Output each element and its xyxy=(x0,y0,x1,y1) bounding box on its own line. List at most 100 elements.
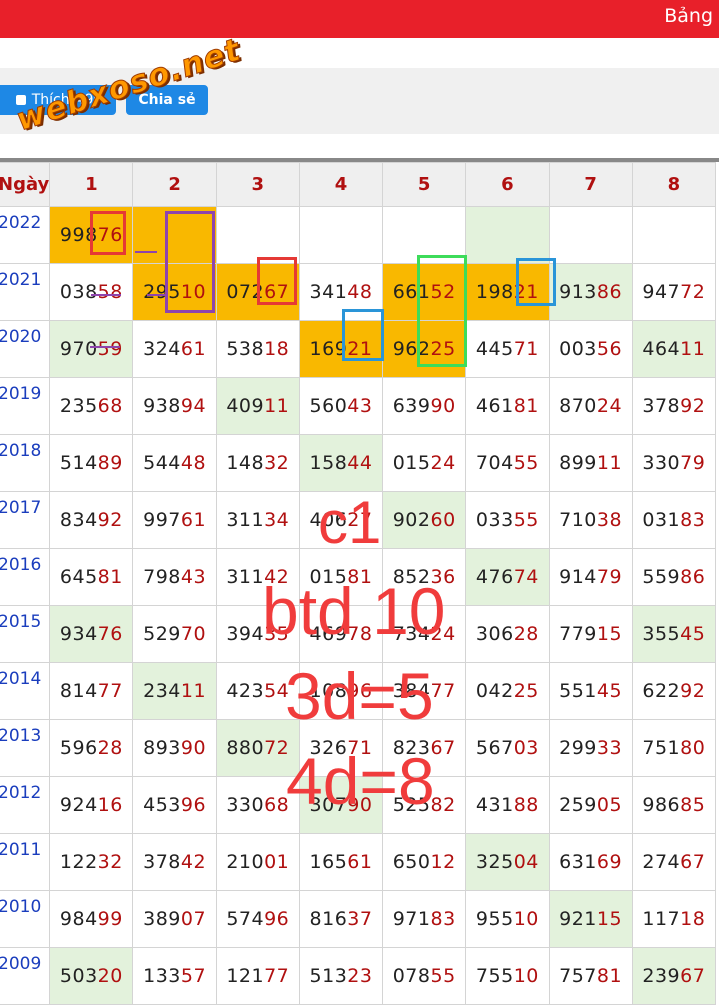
result-cell: 01524 xyxy=(382,434,467,492)
result-cell: 47674 xyxy=(465,548,550,606)
row-date: 2013 xyxy=(0,719,51,777)
result-cell: 98685 xyxy=(631,776,717,834)
column-header[interactable]: 4 xyxy=(298,162,384,207)
result-cell: 92416 xyxy=(49,776,134,834)
result-cell: 27467 xyxy=(631,833,717,891)
table-row: 2019 23568 93894 40911 56043 63990 46181 87024 3… xyxy=(0,377,717,435)
row-date: 2012 xyxy=(0,776,51,834)
purple-box xyxy=(165,211,215,313)
table-row: 2010 98499 38907 57496 81637 97183 95510 92115 1… xyxy=(0,890,717,948)
result-cell: 90260 xyxy=(382,491,467,549)
result-cell: 52970 xyxy=(132,605,217,663)
bang-link[interactable]: Bảng xyxy=(664,5,713,27)
row-date: 2021 xyxy=(0,263,51,321)
result-cell: 89390 xyxy=(132,719,217,777)
overlay-4d: 4d=8 xyxy=(286,744,435,818)
result-cell: 44571 xyxy=(465,320,550,378)
row-date: 2010 xyxy=(0,890,51,948)
result-cell: 07855 xyxy=(382,947,467,1005)
column-header[interactable]: 7 xyxy=(548,162,633,207)
blue-box-1 xyxy=(516,258,556,306)
watermark-wrap: webxoso.net xyxy=(10,31,245,138)
result-cell: 33079 xyxy=(631,434,717,492)
result-cell: 56703 xyxy=(465,719,550,777)
result-cell: 23967 xyxy=(631,947,717,1005)
result-cell: 98499 xyxy=(49,890,134,948)
result-cell: 16561 xyxy=(298,833,384,891)
row-date: 2016 xyxy=(0,548,51,606)
row-date: 2015 xyxy=(0,605,51,663)
result-cell: 64581 xyxy=(49,548,134,606)
column-header[interactable]: 1 xyxy=(49,162,134,207)
result-cell: 81637 xyxy=(298,890,384,948)
result-cell: 75510 xyxy=(465,947,550,1005)
result-cell: 62292 xyxy=(631,662,717,720)
purple-underline-1 xyxy=(135,251,157,253)
result-cell: 56043 xyxy=(298,377,384,435)
result-cell: 46411 xyxy=(631,320,717,378)
result-cell: 55986 xyxy=(631,548,717,606)
green-box xyxy=(417,255,467,367)
result-cell: 46181 xyxy=(465,377,550,435)
result-cell: 31134 xyxy=(215,491,300,549)
result-cell: 23411 xyxy=(132,662,217,720)
blue-box-2 xyxy=(342,309,384,361)
result-cell xyxy=(548,206,633,264)
result-cell: 70455 xyxy=(465,434,550,492)
column-header[interactable]: 2 xyxy=(132,162,217,207)
overlay-btd: btd 10 xyxy=(262,574,446,648)
purple-underline-3 xyxy=(147,294,167,296)
result-cell xyxy=(298,206,384,264)
result-cell: 91386 xyxy=(548,263,633,321)
result-cell: 32504 xyxy=(465,833,550,891)
table-row: 2009 50320 13357 12177 51323 07855 75510 75781 2… xyxy=(0,947,717,1005)
result-cell: 30628 xyxy=(465,605,550,663)
result-cell: 21001 xyxy=(215,833,300,891)
result-cell: 89911 xyxy=(548,434,633,492)
result-cell xyxy=(631,206,717,264)
column-header[interactable]: 3 xyxy=(215,162,300,207)
result-cell: 93476 xyxy=(49,605,134,663)
result-cell: 87024 xyxy=(548,377,633,435)
row-date: 2018 xyxy=(0,434,51,492)
column-header[interactable]: 6 xyxy=(465,162,550,207)
column-header[interactable]: 5 xyxy=(382,162,467,207)
result-cell: 32461 xyxy=(132,320,217,378)
result-cell: 54448 xyxy=(132,434,217,492)
overlay-3d: 3d=5 xyxy=(285,659,434,733)
result-cell: 11718 xyxy=(631,890,717,948)
top-bar: Bảng xyxy=(0,0,719,38)
purple-underline-4 xyxy=(90,346,120,348)
result-cell: 15844 xyxy=(298,434,384,492)
result-cell: 92115 xyxy=(548,890,633,948)
row-date: 2022 xyxy=(0,206,51,264)
result-cell xyxy=(465,206,550,264)
result-cell: 97059 xyxy=(49,320,134,378)
row-date: 2014 xyxy=(0,662,51,720)
overlay-c1: c1 xyxy=(318,489,382,556)
result-cell: 51489 xyxy=(49,434,134,492)
red-box-2 xyxy=(257,257,297,305)
row-date: 2019 xyxy=(0,377,51,435)
result-cell: 29933 xyxy=(548,719,633,777)
result-cell: 12232 xyxy=(49,833,134,891)
table-header-row: Ngày 1 2 3 4 5 6 7 8 xyxy=(0,162,717,207)
column-header[interactable]: 8 xyxy=(631,162,717,207)
result-cell: 45396 xyxy=(132,776,217,834)
result-cell: 77915 xyxy=(548,605,633,663)
result-cell: 97183 xyxy=(382,890,467,948)
result-cell: 79843 xyxy=(132,548,217,606)
result-cell: 95510 xyxy=(465,890,550,948)
result-cell: 81477 xyxy=(49,662,134,720)
result-cell: 03355 xyxy=(465,491,550,549)
header-spacer xyxy=(0,38,719,68)
result-cell: 55145 xyxy=(548,662,633,720)
row-date: 2009 xyxy=(0,947,51,1005)
result-cell: 71038 xyxy=(548,491,633,549)
row-date: 2017 xyxy=(0,491,51,549)
red-box-1 xyxy=(90,211,126,255)
result-cell: 35545 xyxy=(631,605,717,663)
result-cell: 53818 xyxy=(215,320,300,378)
result-cell: 51323 xyxy=(298,947,384,1005)
result-cell: 57496 xyxy=(215,890,300,948)
